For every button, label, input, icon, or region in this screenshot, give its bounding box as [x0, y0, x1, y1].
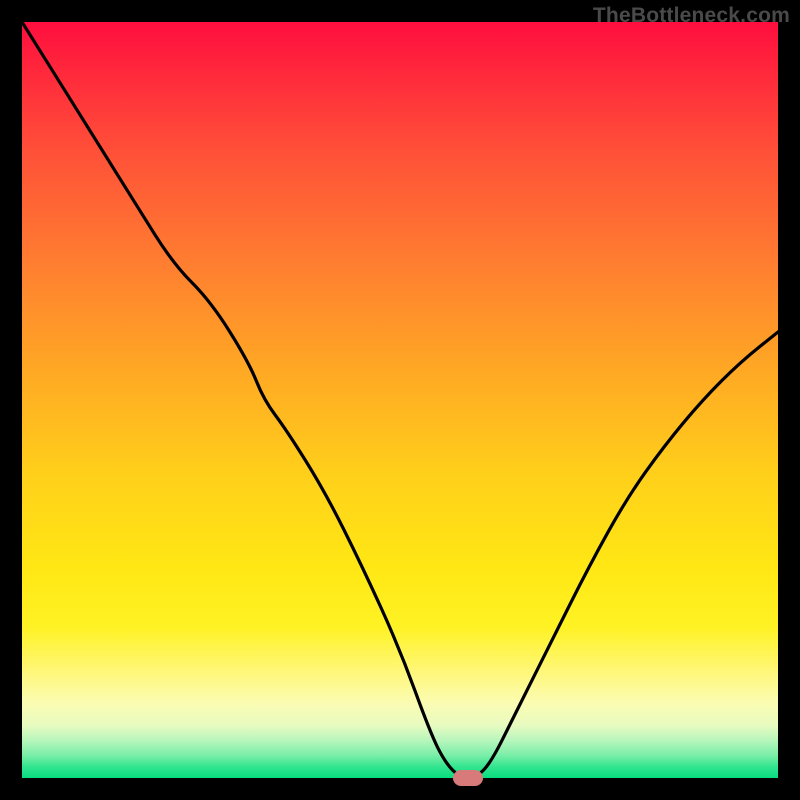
- watermark-text: TheBottleneck.com: [593, 4, 790, 28]
- bottleneck-curve: [22, 22, 778, 778]
- chart-frame: TheBottleneck.com: [0, 0, 800, 800]
- optimum-marker: [453, 770, 483, 785]
- plot-area: [22, 22, 778, 778]
